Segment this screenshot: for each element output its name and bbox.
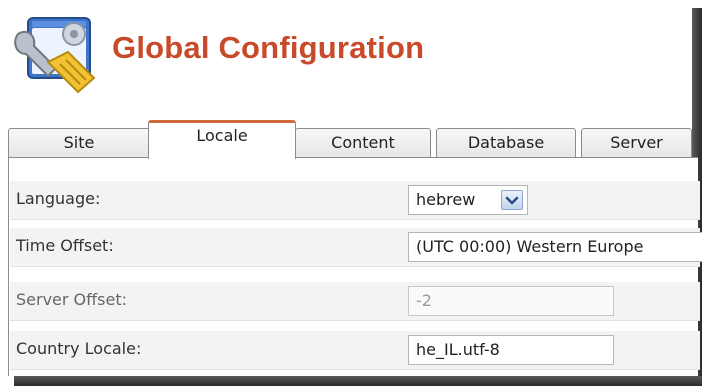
server-offset-label: Server Offset: [16,290,128,309]
country-locale-row: Country Locale: he_IL.utf-8 [10,331,700,370]
tab-locale[interactable]: Locale [148,120,296,159]
tab-server[interactable]: Server [581,128,692,158]
config-tabs: Site Locale Content Database Server [8,120,692,159]
language-select[interactable]: hebrew [408,185,528,215]
country-locale-label: Country Locale: [16,339,142,358]
page-header: Global Configuration [0,0,692,110]
wrench-config-icon [8,12,104,100]
page-title: Global Configuration [112,30,425,65]
language-select-value: hebrew [416,190,476,209]
window-shadow-bottom [14,376,702,386]
time-offset-row: Time Offset: (UTC 00:00) Western Europe [10,228,702,267]
tab-database[interactable]: Database [436,128,576,158]
server-offset-row: Server Offset: -2 [10,282,700,321]
tab-content[interactable]: Content [295,128,431,158]
time-offset-label: Time Offset: [16,236,114,255]
time-offset-select[interactable]: (UTC 00:00) Western Europe [408,232,702,262]
chevron-down-icon[interactable] [501,190,523,210]
language-label: Language: [16,189,101,208]
tab-site[interactable]: Site [8,128,150,158]
server-offset-input: -2 [408,286,614,316]
country-locale-input[interactable]: he_IL.utf-8 [408,335,614,365]
language-row: Language: hebrew [10,181,700,220]
